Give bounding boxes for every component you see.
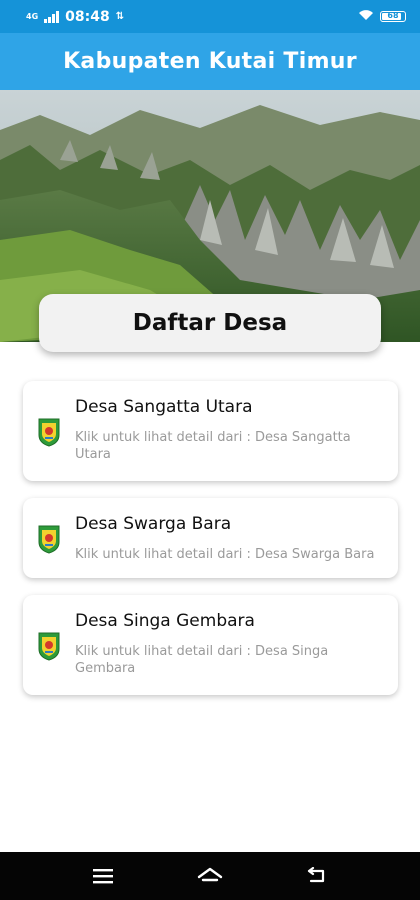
village-card-sangatta-utara[interactable]: Desa Sangatta Utara Klik untuk lihat det…	[23, 381, 398, 481]
data-transfer-icon: ⇅	[115, 11, 125, 22]
clock: 08:48	[65, 8, 110, 25]
status-right: 68	[358, 9, 406, 25]
wifi-icon	[358, 9, 374, 25]
village-name: Desa Swarga Bara	[75, 514, 232, 534]
village-card-singa-gembara[interactable]: Desa Singa Gembara Klik untuk lihat deta…	[23, 595, 398, 695]
back-icon[interactable]	[297, 861, 337, 891]
village-list: Desa Sangatta Utara Klik untuk lihat det…	[23, 381, 398, 712]
section-heading-card: Daftar Desa	[39, 294, 381, 352]
status-left: 4G 08:48 ⇅	[26, 9, 124, 25]
village-description: Klik untuk lihat detail dari : Desa Swar…	[75, 547, 375, 562]
regency-emblem-icon	[37, 524, 61, 554]
menu-icon[interactable]	[83, 861, 123, 891]
status-bar: 4G 08:48 ⇅ 68	[0, 0, 420, 33]
village-description: Klik untuk lihat detail dari : Desa Sang…	[75, 430, 351, 462]
signal-icon	[44, 10, 60, 23]
app-bar: Kabupaten Kutai Timur	[0, 33, 420, 90]
system-navigation-bar	[0, 852, 420, 900]
village-description: Klik untuk lihat detail dari : Desa Sing…	[75, 644, 329, 676]
regency-emblem-icon	[37, 631, 61, 661]
village-name: Desa Singa Gembara	[75, 611, 255, 631]
village-card-swarga-bara[interactable]: Desa Swarga Bara Klik untuk lihat detail…	[23, 498, 398, 578]
home-icon[interactable]	[190, 861, 230, 891]
network-type-label: 4G	[26, 12, 39, 21]
app-title: Kabupaten Kutai Timur	[63, 49, 357, 74]
battery-icon: 68	[380, 11, 406, 22]
regency-emblem-icon	[37, 417, 61, 447]
battery-level: 68	[387, 11, 399, 20]
section-heading: Daftar Desa	[132, 310, 288, 336]
village-name: Desa Sangatta Utara	[75, 397, 253, 417]
